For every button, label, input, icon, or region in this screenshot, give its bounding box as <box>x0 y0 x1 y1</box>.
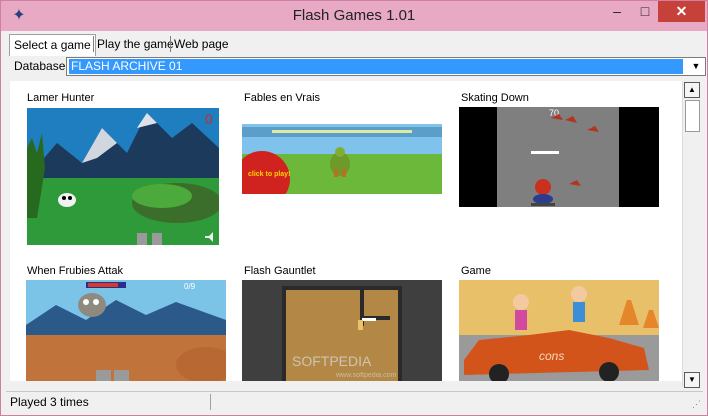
click-to-play-text: click to play! <box>248 171 290 178</box>
svg-text:0/9: 0/9 <box>184 282 196 291</box>
game-title: Game <box>461 265 491 277</box>
game-card[interactable]: Game <box>459 264 664 278</box>
tab-web-page[interactable]: Web page <box>170 34 233 54</box>
svg-text:cons: cons <box>539 349 564 363</box>
title-bar[interactable]: ✦ Flash Games 1.01 – □ ✕ <box>1 1 707 31</box>
game-card[interactable]: Lamer Hunter <box>25 91 230 105</box>
watermark-url: www.softpedia.com <box>335 372 396 379</box>
tab-play-the-game[interactable]: Play the game <box>93 34 178 54</box>
game-thumbnail[interactable]: 70 <box>459 107 659 207</box>
scroll-thumb[interactable] <box>685 100 700 132</box>
database-select[interactable]: FLASH ARCHIVE 01 ▼ <box>66 57 706 76</box>
database-label: Database <box>14 59 66 73</box>
game-thumbnail[interactable]: 0/9 <box>26 280 226 381</box>
svg-text:0: 0 <box>205 111 213 127</box>
scroll-up-icon[interactable]: ▲ <box>684 82 700 98</box>
watermark: SOFTPEDIA <box>292 353 372 369</box>
status-text: Played 3 times <box>10 395 89 409</box>
app-window: ✦ Flash Games 1.01 – □ ✕ Select a game P… <box>0 0 708 416</box>
game-title: Skating Down <box>461 92 529 104</box>
game-card[interactable]: When Frubies Attak <box>25 264 230 278</box>
game-gallery: Lamer Hunter 0 Fables en Vrais click to … <box>10 81 682 381</box>
database-selected-value[interactable]: FLASH ARCHIVE 01 <box>69 59 683 74</box>
game-title: Lamer Hunter <box>27 92 95 104</box>
maximize-button[interactable]: □ <box>630 1 660 22</box>
database-row: Database FLASH ARCHIVE 01 ▼ <box>9 57 706 77</box>
game-thumbnail[interactable]: cons <box>459 280 659 381</box>
tab-select-a-game[interactable]: Select a game <box>9 34 96 56</box>
vertical-scrollbar[interactable]: ▲ ▼ <box>682 81 700 388</box>
game-title: Flash Gauntlet <box>244 265 316 277</box>
resize-grip-icon[interactable]: ⋰ <box>692 399 701 410</box>
minimize-button[interactable]: – <box>602 1 632 22</box>
game-thumbnail[interactable]: click to play! <box>242 124 442 194</box>
game-title: When Frubies Attak <box>27 265 123 277</box>
game-thumbnail[interactable]: SOFTPEDIA www.softpedia.com <box>242 280 442 381</box>
game-card[interactable]: Flash Gauntlet <box>242 264 447 278</box>
status-separator <box>210 394 211 410</box>
chevron-down-icon[interactable]: ▼ <box>687 58 705 75</box>
game-title: Fables en Vrais <box>244 92 321 104</box>
game-thumbnail[interactable]: 0 <box>27 108 219 245</box>
close-button[interactable]: ✕ <box>658 1 705 22</box>
game-card[interactable]: Skating Down <box>459 91 664 105</box>
status-bar: Played 3 times ⋰ <box>6 391 703 412</box>
scroll-down-icon[interactable]: ▼ <box>684 372 700 388</box>
game-card[interactable]: Fables en Vrais <box>242 91 447 105</box>
